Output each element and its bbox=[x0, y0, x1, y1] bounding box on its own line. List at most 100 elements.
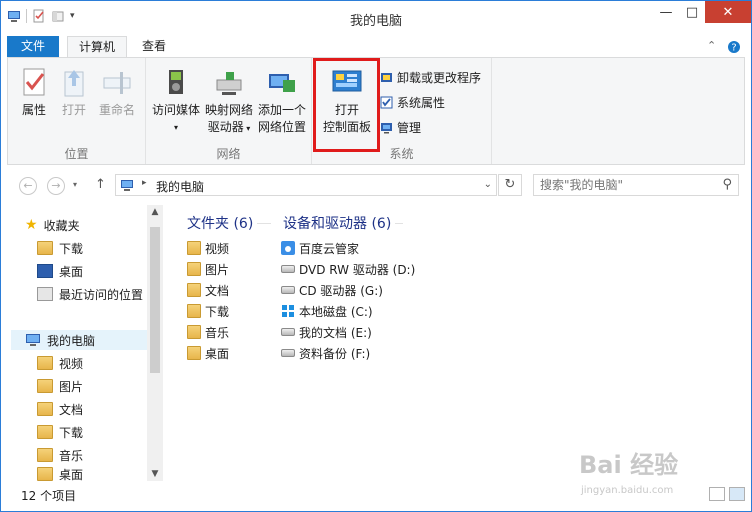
folders-section-header[interactable]: 文件夹 (6) bbox=[187, 213, 272, 233]
recent-locations-icon[interactable]: ▾ bbox=[73, 180, 77, 189]
map-drive-icon bbox=[216, 72, 242, 95]
nav-scrollbar[interactable]: ▲ ▼ bbox=[147, 205, 163, 481]
nav-item-music[interactable]: 音乐 bbox=[37, 445, 83, 465]
windows-drive-icon bbox=[282, 305, 294, 317]
system-properties-button[interactable]: 系统属性 bbox=[380, 93, 445, 111]
nav-item-videos[interactable]: 视频 bbox=[37, 353, 83, 373]
downloads-folder-icon bbox=[37, 425, 53, 439]
devices-section-header[interactable]: 设备和驱动器 (6) bbox=[283, 213, 404, 233]
address-path: 我的电脑 bbox=[156, 180, 205, 194]
large-icons-view-icon[interactable] bbox=[729, 487, 745, 501]
section-divider bbox=[257, 222, 272, 224]
music-folder-icon bbox=[187, 325, 201, 339]
nav-item-desktop[interactable]: 桌面 bbox=[37, 261, 83, 281]
downloads-folder-icon bbox=[187, 304, 201, 318]
help-icon[interactable]: ? bbox=[727, 40, 741, 54]
ribbon-panel: 属性 打开 重命名 位置 访问媒体 ▾ 映射网络 驱动器 ▾ 添加一个 网络位置… bbox=[7, 57, 745, 165]
desktop-icon bbox=[37, 264, 53, 278]
drive-icon bbox=[281, 349, 295, 357]
up-arrow-icon[interactable]: ↑ bbox=[95, 177, 106, 192]
cloud-icon bbox=[281, 241, 295, 255]
properties-icon bbox=[23, 68, 45, 96]
desktop-folder-icon bbox=[187, 346, 201, 360]
forward-button[interactable]: → bbox=[47, 177, 65, 195]
cd-drive-icon bbox=[281, 286, 295, 294]
chevron-up-icon[interactable]: ⌃ bbox=[707, 39, 716, 52]
pictures-folder-icon bbox=[37, 379, 53, 393]
nav-item-documents[interactable]: 文档 bbox=[37, 399, 83, 419]
tab-computer[interactable]: 计算机 bbox=[67, 36, 127, 58]
uninstall-programs-button[interactable]: 卸载或更改程序 bbox=[380, 68, 481, 86]
group-network: 访问媒体 ▾ 映射网络 驱动器 ▾ 添加一个 网络位置 网络 bbox=[146, 58, 312, 164]
scroll-up-icon[interactable]: ▲ bbox=[147, 207, 163, 217]
recent-places-icon bbox=[37, 287, 53, 301]
folder-music[interactable]: 音乐 bbox=[187, 322, 229, 342]
group-label-location: 位置 bbox=[64, 147, 89, 161]
scrollbar-thumb[interactable] bbox=[150, 227, 160, 373]
device-local-disk-c[interactable]: 本地磁盘 (C:) bbox=[281, 301, 373, 321]
maximize-button[interactable]: □ bbox=[679, 1, 705, 23]
folder-downloads[interactable]: 下载 bbox=[187, 301, 229, 321]
close-button[interactable]: ✕ bbox=[705, 1, 751, 23]
tab-view[interactable]: 查看 bbox=[131, 36, 177, 58]
drive-icon bbox=[281, 328, 295, 336]
folder-desktop[interactable]: 桌面 bbox=[187, 343, 229, 363]
nav-item-pictures[interactable]: 图片 bbox=[37, 376, 83, 396]
documents-folder-icon bbox=[37, 402, 53, 416]
device-dvd-drive[interactable]: DVD RW 驱动器 (D:) bbox=[281, 259, 415, 279]
section-divider bbox=[395, 222, 404, 224]
add-network-location-button[interactable]: 添加一个 网络位置 bbox=[256, 66, 308, 136]
desktop-folder-icon bbox=[37, 467, 53, 481]
documents-folder-icon bbox=[187, 283, 201, 297]
device-baidu-cloud[interactable]: 百度云管家 bbox=[281, 238, 359, 258]
folder-videos[interactable]: 视频 bbox=[187, 238, 229, 258]
star-icon: ★ bbox=[25, 217, 38, 233]
nav-item-recent[interactable]: 最近访问的位置 bbox=[37, 284, 143, 304]
back-button[interactable]: ← bbox=[19, 177, 37, 195]
highlight-box bbox=[313, 58, 380, 152]
device-backup-f[interactable]: 资料备份 (F:) bbox=[281, 343, 370, 363]
address-dropdown-icon[interactable]: ⌄ bbox=[484, 179, 492, 190]
watermark-url: jingyan.baidu.com bbox=[581, 485, 674, 496]
search-icon[interactable]: ⚲ bbox=[722, 177, 732, 192]
music-folder-icon bbox=[37, 448, 53, 462]
access-media-button[interactable]: 访问媒体 ▾ bbox=[152, 66, 200, 136]
map-network-drive-button[interactable]: 映射网络 驱动器 ▾ bbox=[204, 66, 254, 137]
svg-text:?: ? bbox=[731, 43, 736, 54]
search-box[interactable]: ⚲ bbox=[533, 174, 739, 196]
manage-button[interactable]: 管理 bbox=[380, 118, 421, 136]
group-label-network: 网络 bbox=[216, 147, 241, 161]
scroll-down-icon[interactable]: ▼ bbox=[147, 469, 163, 479]
title-bar: ▾ 我的电脑 — □ ✕ bbox=[1, 1, 751, 34]
group-location: 属性 打开 重命名 位置 bbox=[8, 58, 146, 164]
properties-button[interactable]: 属性 bbox=[16, 66, 52, 119]
nav-item-downloads[interactable]: 下载 bbox=[37, 238, 83, 258]
tab-file[interactable]: 文件 bbox=[7, 36, 59, 58]
address-bar[interactable]: ▸ 我的电脑 ⌄ bbox=[115, 174, 497, 196]
nav-item-downloads-2[interactable]: 下载 bbox=[37, 422, 83, 442]
rename-button[interactable]: 重命名 bbox=[96, 66, 138, 119]
nav-favorites[interactable]: ★ 收藏夹 bbox=[25, 215, 80, 235]
dropdown-arrow-icon: ▾ bbox=[243, 124, 251, 133]
computer-icon bbox=[26, 334, 40, 346]
minimize-button[interactable]: — bbox=[653, 1, 679, 23]
device-my-documents-e[interactable]: 我的文档 (E:) bbox=[281, 322, 372, 342]
ribbon-tabs: 文件 计算机 查看 ⌃ ? bbox=[1, 34, 751, 58]
folder-pictures[interactable]: 图片 bbox=[187, 259, 229, 279]
network-location-icon bbox=[269, 74, 295, 92]
nav-item-desktop-2[interactable]: 桌面 bbox=[37, 467, 83, 481]
computer-icon bbox=[121, 180, 133, 191]
details-view-icon[interactable] bbox=[709, 487, 725, 501]
folder-documents[interactable]: 文档 bbox=[187, 280, 229, 300]
device-cd-drive[interactable]: CD 驱动器 (G:) bbox=[281, 280, 383, 300]
videos-folder-icon bbox=[187, 241, 201, 255]
explorer-window: ▾ 我的电脑 — □ ✕ 文件 计算机 查看 ⌃ ? 属性 打开 重命名 位置 … bbox=[0, 0, 752, 512]
navigation-pane: ★ 收藏夹 下载 桌面 最近访问的位置 我的电脑 视频 图片 文档 下载 音乐 … bbox=[1, 205, 165, 483]
window-title: 我的电脑 bbox=[349, 14, 402, 29]
nav-my-computer[interactable]: 我的电脑 bbox=[11, 330, 147, 350]
open-button[interactable]: 打开 bbox=[56, 66, 92, 119]
refresh-button[interactable]: ↻ bbox=[498, 174, 522, 196]
search-input[interactable] bbox=[540, 177, 710, 193]
open-icon bbox=[64, 70, 84, 97]
manage-icon bbox=[381, 122, 392, 133]
